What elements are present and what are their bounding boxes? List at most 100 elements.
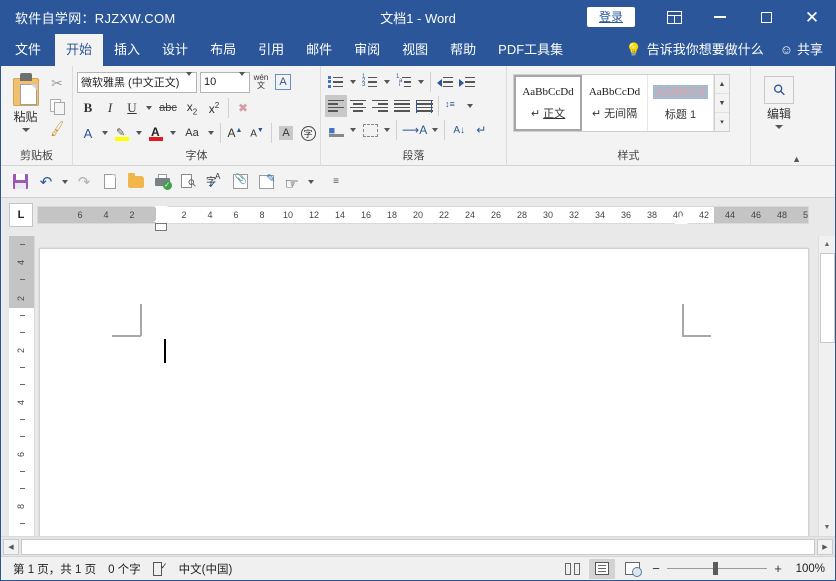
justify-button[interactable] xyxy=(391,95,413,117)
text-effects-button[interactable]: A xyxy=(77,122,99,144)
character-border-button[interactable]: A xyxy=(272,71,294,93)
tab-insert[interactable]: 插入 xyxy=(103,34,151,66)
undo-button[interactable]: ↶ xyxy=(33,169,59,195)
underline-dropdown[interactable] xyxy=(143,97,155,119)
shrink-font-button[interactable]: A▼ xyxy=(246,122,268,144)
copy-button[interactable] xyxy=(46,95,68,117)
underline-button[interactable]: U xyxy=(121,97,143,119)
scroll-right-icon[interactable]: ▶ xyxy=(817,538,833,555)
align-left-button[interactable] xyxy=(325,95,347,117)
superscript-button[interactable]: x2 xyxy=(203,97,225,119)
vertical-scroll-thumb[interactable] xyxy=(819,253,835,343)
print-preview-button[interactable]: ⚲ xyxy=(175,169,201,195)
asian-layout-dropdown[interactable] xyxy=(429,119,441,141)
show-marks-button[interactable]: ↵ xyxy=(470,119,492,141)
line-spacing-button[interactable]: ↕≡ xyxy=(442,95,464,117)
page-canvas[interactable] xyxy=(35,236,818,536)
tab-mailings[interactable]: 邮件 xyxy=(295,34,343,66)
asian-layout-button[interactable]: ⟶A xyxy=(400,119,429,141)
zoom-in-button[interactable]: + xyxy=(771,561,785,576)
left-indent-marker[interactable] xyxy=(155,223,167,231)
right-indent-marker[interactable] xyxy=(673,214,689,226)
shading-dropdown[interactable] xyxy=(347,119,359,141)
style-item-heading1[interactable]: AABBCCI 标题 1 xyxy=(648,75,714,131)
zoom-level[interactable]: 100% xyxy=(789,563,825,575)
tab-pdf-tools[interactable]: PDF工具集 xyxy=(487,34,574,66)
shading-button[interactable]: ■ xyxy=(325,119,347,141)
clear-formatting-button[interactable]: ✖ xyxy=(232,97,254,119)
tab-review[interactable]: 审阅 xyxy=(343,34,391,66)
page-info[interactable]: 第 1 页，共 1 页 xyxy=(13,561,96,577)
font-size-combo[interactable]: 10 xyxy=(200,71,250,93)
proofing-errors-icon[interactable] xyxy=(152,561,168,576)
paste-button[interactable]: 粘贴 xyxy=(5,69,46,132)
increase-indent-button[interactable] xyxy=(456,71,478,93)
maximize-icon[interactable] xyxy=(743,0,789,34)
strikethrough-button[interactable]: abc xyxy=(155,97,181,119)
numbering-dropdown[interactable] xyxy=(381,71,393,93)
new-document-button[interactable] xyxy=(97,169,123,195)
tab-file[interactable]: 文件 xyxy=(1,34,55,66)
vertical-scroll-track[interactable] xyxy=(818,253,835,519)
view-print-layout-button[interactable] xyxy=(589,558,615,579)
bold-button[interactable]: B xyxy=(77,97,99,119)
tell-me-box[interactable]: 💡 告诉我你想要做什么 xyxy=(616,34,774,66)
change-case-button[interactable]: Aa xyxy=(179,122,205,144)
document-page[interactable] xyxy=(39,248,809,536)
quick-print-button[interactable]: ✓ xyxy=(149,169,175,195)
zoom-slider[interactable] xyxy=(667,562,767,576)
align-right-button[interactable] xyxy=(369,95,391,117)
bullets-dropdown[interactable] xyxy=(347,71,359,93)
save-button[interactable] xyxy=(7,169,33,195)
scroll-down-icon[interactable]: ▼ xyxy=(818,519,835,536)
open-button[interactable] xyxy=(123,169,149,195)
style-gallery-scroll[interactable]: ▲ ▼ ▾ xyxy=(715,74,730,132)
zoom-out-button[interactable]: − xyxy=(649,561,663,576)
horizontal-scroll-track[interactable] xyxy=(21,538,815,555)
font-name-combo[interactable]: 微软雅黑 (中文正文) xyxy=(77,71,197,93)
horizontal-scrollbar[interactable]: ◀ ▶ xyxy=(1,536,835,556)
customize-qat-button[interactable]: ≡ xyxy=(323,169,349,195)
ribbon-display-options-icon[interactable] xyxy=(651,0,697,34)
scroll-up-icon[interactable]: ▲ xyxy=(818,236,835,253)
tab-view[interactable]: 视图 xyxy=(391,34,439,66)
tab-stop-selector[interactable]: L xyxy=(9,203,33,227)
tab-home[interactable]: 开始 xyxy=(55,34,104,66)
view-web-layout-button[interactable] xyxy=(619,559,645,579)
zoom-slider-thumb[interactable] xyxy=(713,562,718,575)
cut-button[interactable]: ✂ xyxy=(46,72,68,94)
tab-references[interactable]: 引用 xyxy=(247,34,295,66)
line-spacing-dropdown[interactable] xyxy=(464,95,476,117)
style-item-no-spacing[interactable]: AaBbCcDd ↵ 无间隔 xyxy=(582,75,648,131)
font-color-dropdown[interactable] xyxy=(167,122,179,144)
numbering-button[interactable]: 123 xyxy=(359,71,381,93)
multilevel-list-button[interactable]: 1ai xyxy=(393,71,415,93)
style-item-normal[interactable]: AaBbCcDd ↵ 正文 xyxy=(514,75,582,131)
distribute-button[interactable] xyxy=(413,95,435,117)
draw-table-button[interactable]: ✎ xyxy=(253,169,279,195)
font-name-dropdown-icon[interactable] xyxy=(186,72,192,88)
spelling-button[interactable]: 字 A ✓ xyxy=(201,169,227,195)
style-scroll-down-icon[interactable]: ▼ xyxy=(715,94,729,113)
character-shading-button[interactable]: A xyxy=(275,122,297,144)
subscript-button[interactable]: x2 xyxy=(181,97,203,119)
style-gallery-more-icon[interactable]: ▾ xyxy=(715,113,729,131)
tab-help[interactable]: 帮助 xyxy=(439,34,487,66)
sort-button[interactable]: A↓ xyxy=(448,119,470,141)
collapse-ribbon-icon[interactable]: ▲ xyxy=(792,154,801,164)
minimize-icon[interactable] xyxy=(697,0,743,34)
tab-design[interactable]: 设计 xyxy=(151,34,199,66)
close-icon[interactable]: ✕ xyxy=(789,0,835,34)
redo-button[interactable]: ↷ xyxy=(71,169,97,195)
tab-layout[interactable]: 布局 xyxy=(199,34,247,66)
multilevel-dropdown[interactable] xyxy=(415,71,427,93)
highlight-color-button[interactable]: ✎ xyxy=(111,122,133,144)
highlight-dropdown[interactable] xyxy=(133,122,145,144)
sign-in-button[interactable]: 登录 xyxy=(586,7,635,27)
email-button[interactable] xyxy=(227,169,253,195)
decrease-indent-button[interactable] xyxy=(434,71,456,93)
format-painter-button[interactable]: 🖌 xyxy=(46,118,68,140)
text-effects-dropdown[interactable] xyxy=(99,122,111,144)
editing-button[interactable]: ⚲ 编辑 xyxy=(755,72,803,129)
touch-mode-dropdown[interactable] xyxy=(305,169,317,195)
